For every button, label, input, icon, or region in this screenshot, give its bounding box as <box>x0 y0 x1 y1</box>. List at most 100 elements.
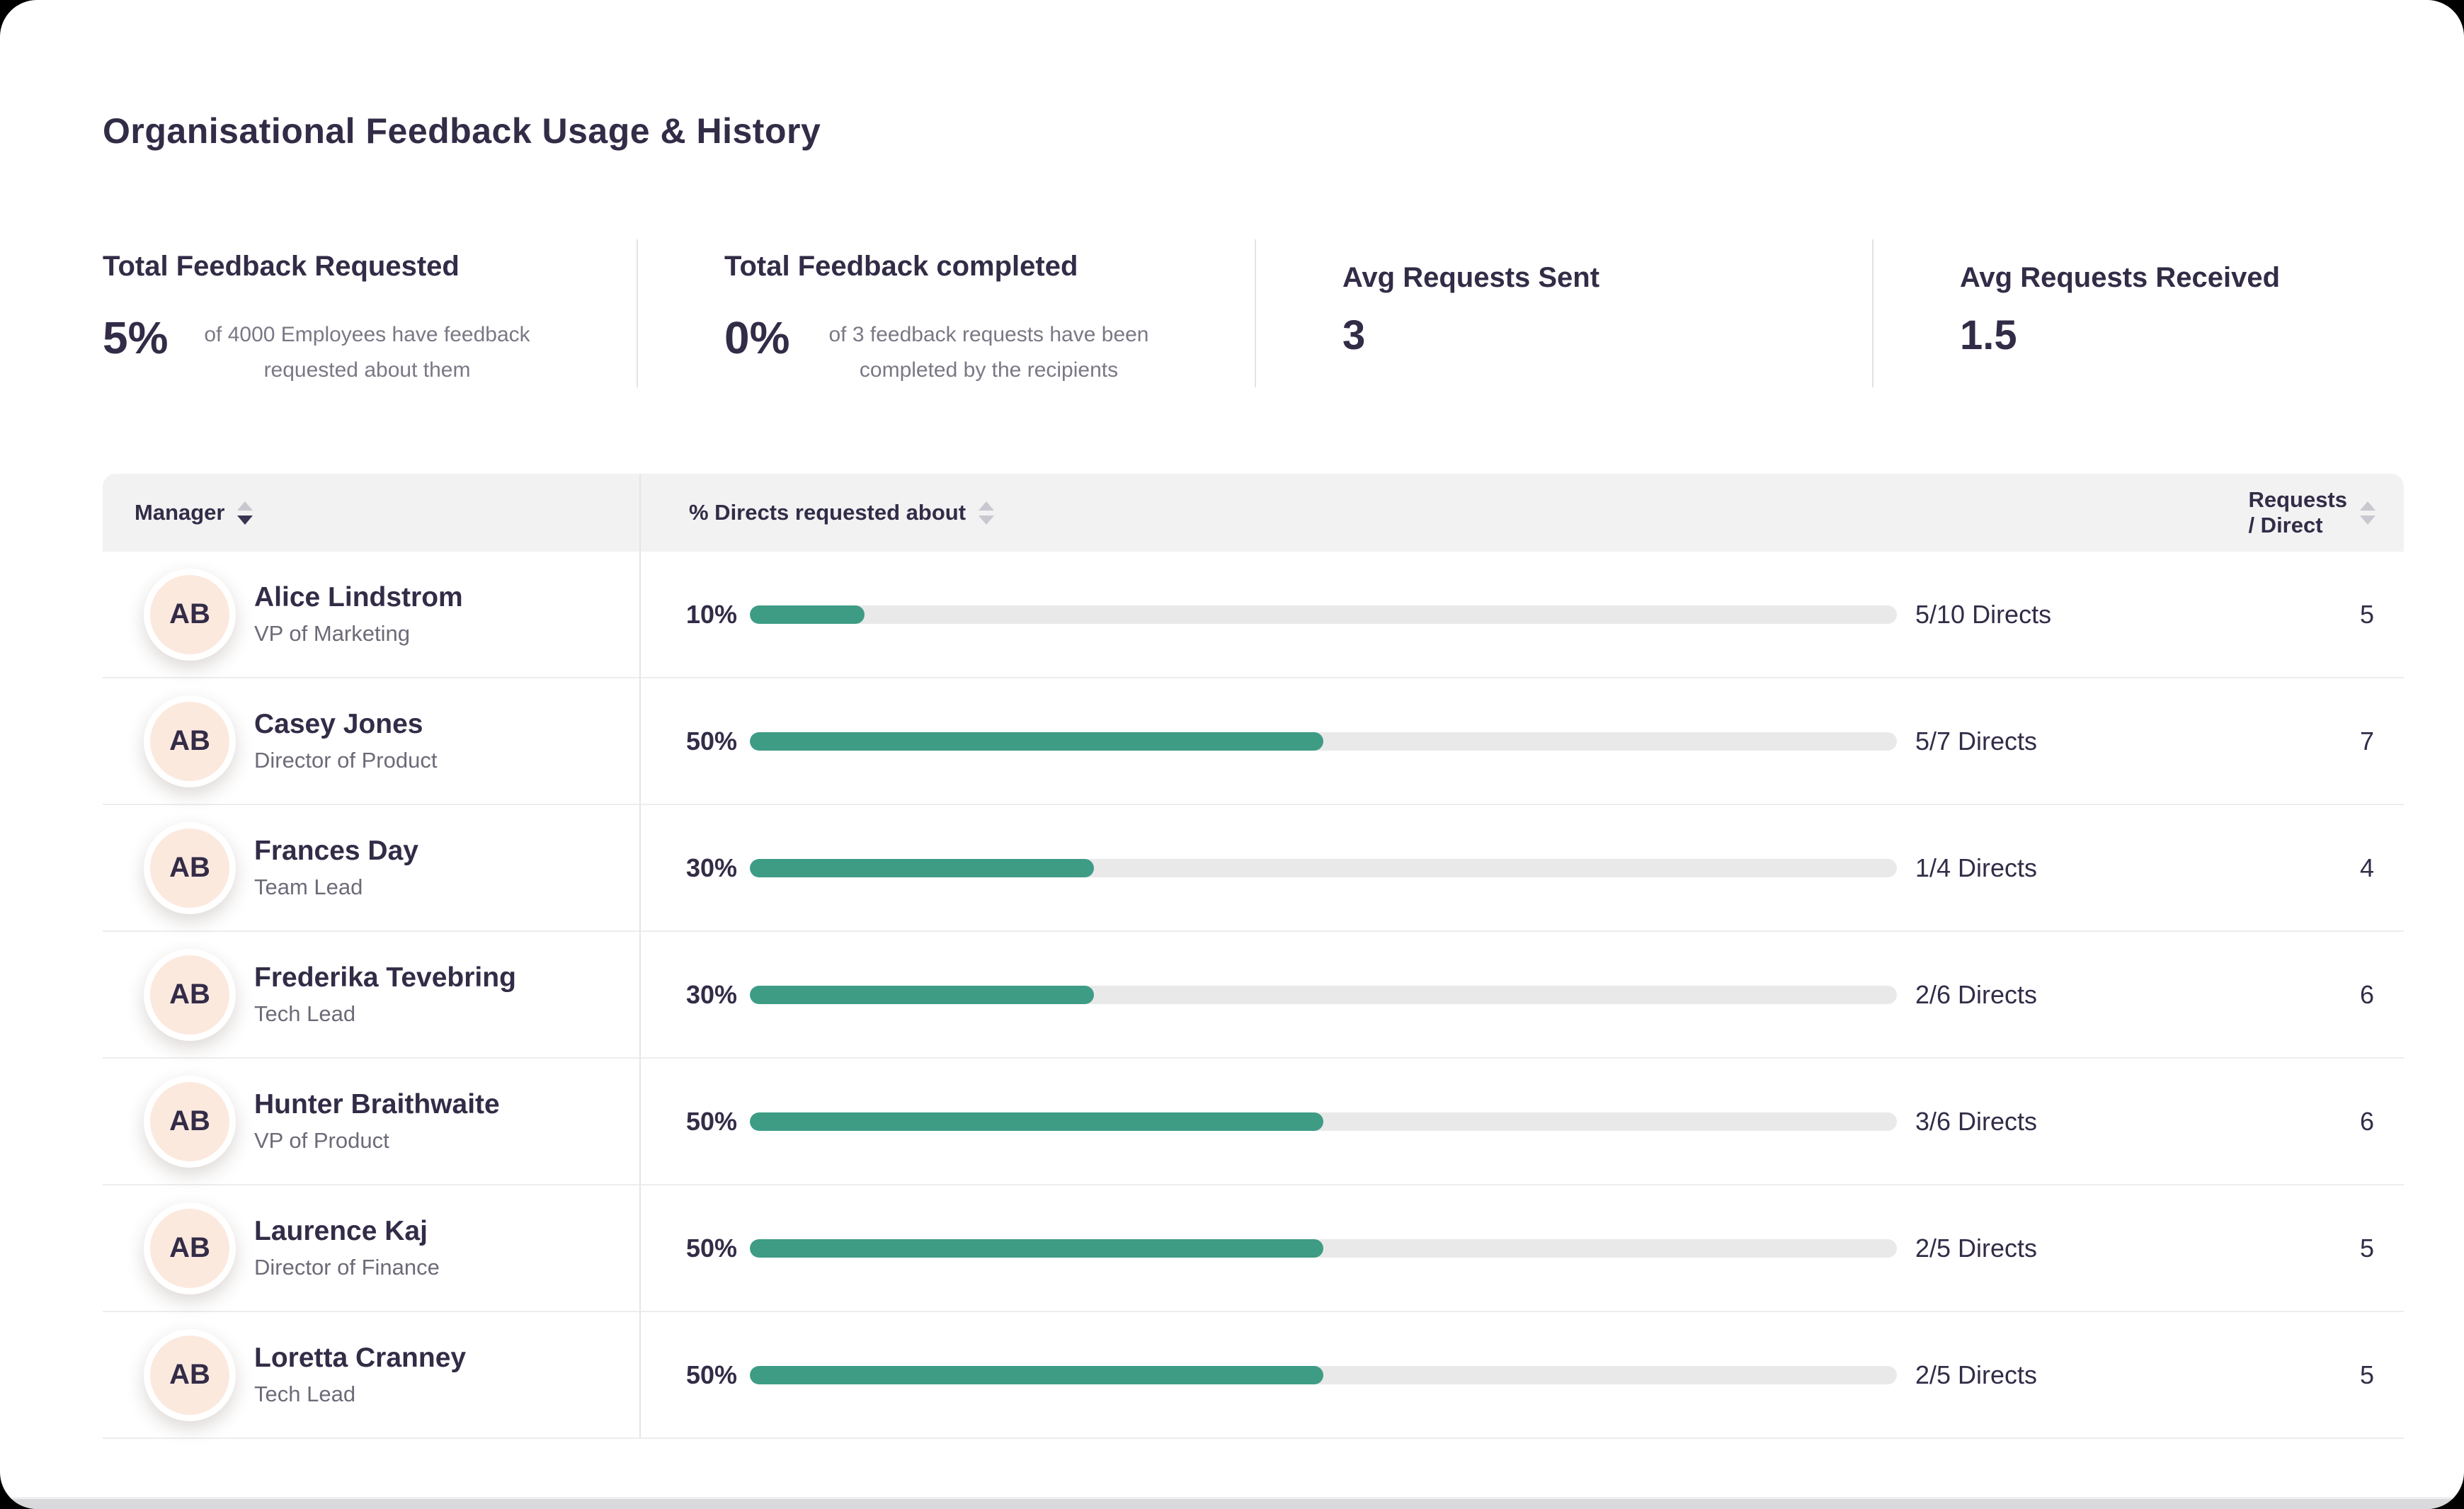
requests-per-direct-value: 5 <box>2269 1234 2404 1263</box>
requests-per-direct-value: 5 <box>2269 1360 2404 1390</box>
manager-cell: AB Hunter Braithwaite VP of Product <box>103 1076 639 1168</box>
avatar: AB <box>144 695 236 787</box>
progress-bar-track <box>750 986 1897 1004</box>
requests-per-direct-value: 6 <box>2269 1107 2404 1137</box>
column-header-label: Manager <box>135 500 224 525</box>
directs-requested-cell: 30% 1/4 Directs <box>639 853 2269 883</box>
managers-table: Manager % Directs requested about Reques… <box>103 474 2404 1439</box>
stat-value: 0% <box>724 314 790 362</box>
stat-label: Avg Requests Received <box>1960 262 2404 294</box>
column-header-manager[interactable]: Manager <box>103 500 639 525</box>
stat-label: Total Feedback Requested <box>103 251 637 283</box>
directs-count-label: 5/7 Directs <box>1915 727 2269 756</box>
percent-label: 30% <box>639 853 737 883</box>
avatar: AB <box>144 949 236 1041</box>
manager-cell: AB Loretta Cranney Tech Lead <box>103 1329 639 1421</box>
manager-cell: AB Frederika Tevebring Tech Lead <box>103 949 639 1041</box>
avatar: AB <box>144 1329 236 1421</box>
manager-cell: AB Alice Lindstrom VP of Marketing <box>103 569 639 661</box>
manager-role: Director of Product <box>254 748 437 773</box>
avatar: AB <box>144 569 236 661</box>
directs-count-label: 2/5 Directs <box>1915 1234 2269 1263</box>
progress-bar-fill <box>750 986 1094 1004</box>
manager-identity: Casey Jones Director of Product <box>254 709 437 773</box>
table-row: AB Frederika Tevebring Tech Lead 30% 2/6… <box>103 932 2404 1059</box>
manager-identity: Laurence Kaj Director of Finance <box>254 1216 440 1280</box>
progress-bar-track <box>750 1112 1897 1131</box>
manager-identity: Hunter Braithwaite VP of Product <box>254 1089 500 1154</box>
manager-role: Director of Finance <box>254 1255 440 1280</box>
stat-value: 3 <box>1342 315 1872 356</box>
directs-count-label: 5/10 Directs <box>1915 600 2269 630</box>
manager-role: Tech Lead <box>254 1382 466 1407</box>
stat-avg-requests-received: Avg Requests Received 1.5 <box>1872 239 2404 387</box>
requests-per-direct-value: 7 <box>2269 727 2404 756</box>
manager-name: Frederika Tevebring <box>254 962 516 994</box>
manager-name: Alice Lindstrom <box>254 582 463 614</box>
percent-label: 50% <box>639 1107 737 1137</box>
sort-icon <box>979 501 994 525</box>
percent-label: 10% <box>639 600 737 630</box>
manager-identity: Frances Day Team Lead <box>254 836 418 900</box>
manager-role: Team Lead <box>254 875 418 900</box>
directs-requested-cell: 50% 3/6 Directs <box>639 1107 2269 1137</box>
progress-bar-track <box>750 732 1897 751</box>
directs-count-label: 2/6 Directs <box>1915 980 2269 1010</box>
percent-label: 50% <box>639 727 737 756</box>
table-row: AB Casey Jones Director of Product 50% 5… <box>103 678 2404 805</box>
progress-bar-fill <box>750 1366 1323 1384</box>
progress-bar-track <box>750 605 1897 624</box>
table-row: AB Frances Day Team Lead 30% 1/4 Directs… <box>103 805 2404 932</box>
manager-name: Hunter Braithwaite <box>254 1089 500 1121</box>
manager-identity: Loretta Cranney Tech Lead <box>254 1343 466 1407</box>
manager-role: VP of Product <box>254 1128 500 1154</box>
stat-value: 1.5 <box>1960 315 2404 356</box>
stat-label: Total Feedback completed <box>724 251 1255 283</box>
progress-bar-fill <box>750 1112 1323 1131</box>
progress-bar-fill <box>750 859 1094 877</box>
sort-icon <box>237 501 253 525</box>
percent-label: 30% <box>639 980 737 1010</box>
stat-label: Avg Requests Sent <box>1342 262 1872 294</box>
table-row: AB Hunter Braithwaite VP of Product 50% … <box>103 1059 2404 1185</box>
manager-name: Casey Jones <box>254 709 437 741</box>
column-header-directs-requested[interactable]: % Directs requested about <box>639 500 2269 525</box>
table-body: AB Alice Lindstrom VP of Marketing 10% 5… <box>103 552 2404 1439</box>
progress-bar-track <box>750 859 1897 877</box>
page-title: Organisational Feedback Usage & History <box>103 0 2404 152</box>
stat-value: 5% <box>103 314 169 362</box>
directs-requested-cell: 50% 5/7 Directs <box>639 727 2269 756</box>
progress-bar-track <box>750 1366 1897 1384</box>
table-row: AB Alice Lindstrom VP of Marketing 10% 5… <box>103 552 2404 678</box>
stat-total-feedback-requested: Total Feedback Requested 5% of 4000 Empl… <box>103 239 637 387</box>
table-header: Manager % Directs requested about Reques… <box>103 474 2404 552</box>
stat-avg-requests-sent: Avg Requests Sent 3 <box>1255 239 1872 387</box>
manager-identity: Alice Lindstrom VP of Marketing <box>254 582 463 647</box>
column-header-label: Requests / Direct <box>2248 487 2347 538</box>
requests-per-direct-value: 5 <box>2269 600 2404 630</box>
avatar: AB <box>144 1202 236 1294</box>
percent-label: 50% <box>639 1360 737 1390</box>
manager-role: VP of Marketing <box>254 621 463 647</box>
table-row: AB Laurence Kaj Director of Finance 50% … <box>103 1185 2404 1312</box>
progress-bar-fill <box>750 1239 1323 1258</box>
manager-cell: AB Frances Day Team Lead <box>103 822 639 914</box>
directs-requested-cell: 50% 2/5 Directs <box>639 1360 2269 1390</box>
requests-per-direct-value: 4 <box>2269 853 2404 883</box>
progress-bar-track <box>750 1239 1897 1258</box>
stats-row: Total Feedback Requested 5% of 4000 Empl… <box>103 239 2404 387</box>
requests-per-direct-value: 6 <box>2269 980 2404 1010</box>
dashboard-card: Organisational Feedback Usage & History … <box>0 0 2464 1509</box>
stat-description: of 4000 Employees have feedback requeste… <box>187 317 548 387</box>
directs-requested-cell: 10% 5/10 Directs <box>639 600 2269 630</box>
column-divider <box>639 474 641 1439</box>
avatar: AB <box>144 1076 236 1168</box>
directs-count-label: 2/5 Directs <box>1915 1360 2269 1390</box>
window-bottom-edge <box>0 1497 2464 1509</box>
column-header-requests-per-direct[interactable]: Requests / Direct <box>2269 487 2404 538</box>
progress-bar-fill <box>750 605 865 624</box>
directs-requested-cell: 50% 2/5 Directs <box>639 1234 2269 1263</box>
manager-identity: Frederika Tevebring Tech Lead <box>254 962 516 1027</box>
stat-description: of 3 feedback requests have been complet… <box>809 317 1170 387</box>
manager-role: Tech Lead <box>254 1001 516 1027</box>
